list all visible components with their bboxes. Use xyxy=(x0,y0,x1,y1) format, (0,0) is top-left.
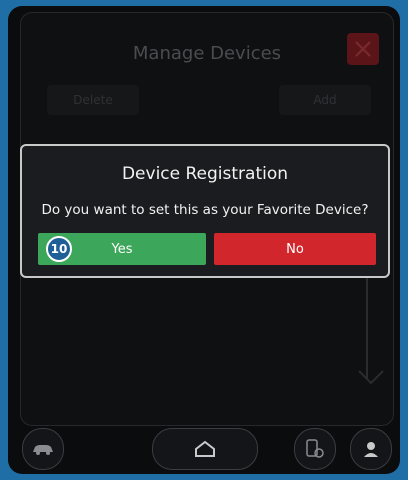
user-button[interactable] xyxy=(350,428,392,470)
home-icon xyxy=(195,440,215,457)
chevron-down-icon[interactable] xyxy=(357,369,385,387)
dialog-title: Device Registration xyxy=(121,164,289,184)
no-button[interactable]: No xyxy=(214,233,376,265)
close-icon xyxy=(355,41,371,57)
bottom-bar xyxy=(8,422,400,474)
screen: Manage Devices Delete Add Device Registr… xyxy=(8,6,400,474)
step-badge: 10 xyxy=(46,236,72,262)
add-button[interactable]: Add xyxy=(279,85,371,115)
user-icon xyxy=(364,442,378,457)
phone-settings-button[interactable] xyxy=(294,428,336,470)
page-title: Manage Devices xyxy=(132,43,282,64)
dialog-message: Do you want to set this as your Favorite… xyxy=(41,202,369,218)
car-button[interactable] xyxy=(22,428,64,470)
phone-settings-icon xyxy=(306,439,324,458)
close-button[interactable] xyxy=(347,33,379,65)
device-registration-dialog: Device Registration Do you want to set t… xyxy=(20,144,390,278)
home-button[interactable] xyxy=(152,428,258,470)
delete-button[interactable]: Delete xyxy=(47,85,139,115)
car-icon xyxy=(33,445,53,455)
